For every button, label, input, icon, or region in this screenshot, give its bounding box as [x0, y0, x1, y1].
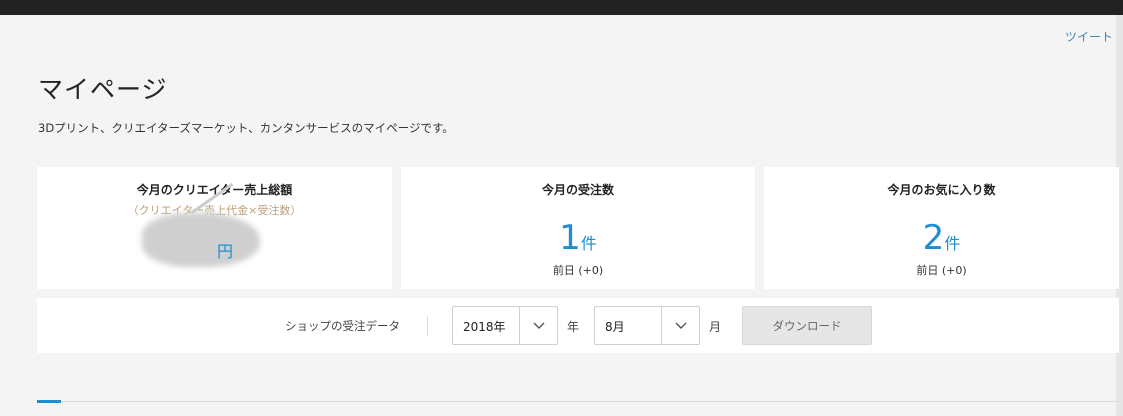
stat-value-row: 円 [217, 227, 233, 265]
chevron-down-icon [533, 322, 545, 329]
stat-title: 今月のお気に入り数 [887, 183, 996, 197]
stat-unit: 件 [944, 234, 961, 253]
order-data-download-bar: ショップの受注データ 2018年 年 8月 月 ダウンロード [37, 298, 1119, 353]
stat-card-orders: 今月の受注数 1件 前日 (+0) [401, 167, 755, 289]
stat-number: 1 [559, 218, 581, 258]
stat-value-row: 1件 [401, 219, 755, 257]
redacted-amount [142, 213, 260, 267]
download-label: ショップの受注データ [285, 319, 400, 333]
stat-unit: 件 [580, 234, 597, 253]
select-divider [519, 307, 520, 344]
stat-unit: 円 [217, 242, 234, 261]
download-button[interactable]: ダウンロード [742, 306, 872, 345]
stat-number: 2 [922, 218, 945, 258]
month-select[interactable]: 8月 [594, 306, 700, 345]
top-bar [0, 0, 1123, 15]
year-select-value: 2018年 [463, 320, 506, 334]
stat-previous-day: 前日 (+0) [552, 264, 604, 277]
year-select[interactable]: 2018年 [452, 306, 558, 345]
divider [427, 316, 428, 336]
select-divider [661, 307, 662, 344]
stat-title: 今月の受注数 [541, 183, 614, 197]
stat-previous-day: 前日 (+0) [916, 264, 967, 277]
month-select-value: 8月 [605, 320, 625, 334]
tweet-link[interactable]: ツイート [1065, 28, 1113, 45]
stat-card-sales: 今月のクリエイター売上総額 （クリエイター売上代金×受注数） 円 [37, 167, 392, 289]
tab-underline [37, 401, 1119, 402]
stat-card-favorites: 今月のお気に入り数 2件 前日 (+0) [764, 167, 1119, 289]
active-tab-indicator [37, 400, 61, 403]
stats-row: 今月のクリエイター売上総額 （クリエイター売上代金×受注数） 円 今月の受注数 … [37, 167, 1119, 289]
month-unit-label: 月 [709, 320, 722, 334]
page-title: マイページ [38, 75, 168, 104]
year-unit-label: 年 [567, 320, 580, 334]
stat-value-row: 2件 [764, 219, 1119, 257]
chevron-down-icon [675, 322, 687, 329]
page-description: 3Dプリント、クリエイターズマーケット、カンタンサービスのマイページです。 [38, 121, 454, 135]
